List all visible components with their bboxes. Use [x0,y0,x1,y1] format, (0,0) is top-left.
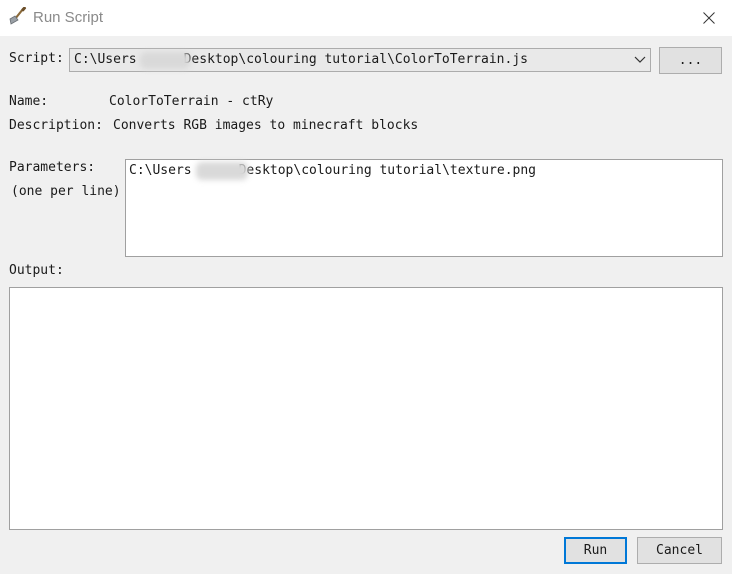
output-label: Output: [9,263,64,278]
parameters-text: C:\Users Desktop\colouring tutorial\text… [129,163,537,178]
title-bar: Run Script [0,0,732,36]
script-label: Script: [9,51,64,66]
redacted-username [140,52,190,69]
chevron-down-icon [634,56,646,63]
close-button[interactable] [686,0,732,36]
description-label: Description: [9,118,103,133]
description-value: Converts RGB images to minecraft blocks [113,118,419,133]
cancel-button[interactable]: Cancel [637,537,722,564]
window-title: Run Script [33,9,104,26]
shovel-icon [9,7,27,25]
name-label: Name: [9,94,49,109]
run-button[interactable]: Run [564,537,627,564]
output-area[interactable] [9,287,723,530]
browse-button[interactable]: ... [659,47,722,74]
close-icon [703,12,715,24]
name-value: ColorToTerrain - ctRy [109,94,274,109]
parameters-hint: (one per line) [11,184,121,199]
redacted-username [196,162,248,180]
parameters-label: Parameters: [9,160,96,175]
parameters-input[interactable]: C:\Users Desktop\colouring tutorial\text… [125,159,723,257]
script-select[interactable]: C:\Users Desktop\colouring tutorial\Colo… [69,48,651,72]
